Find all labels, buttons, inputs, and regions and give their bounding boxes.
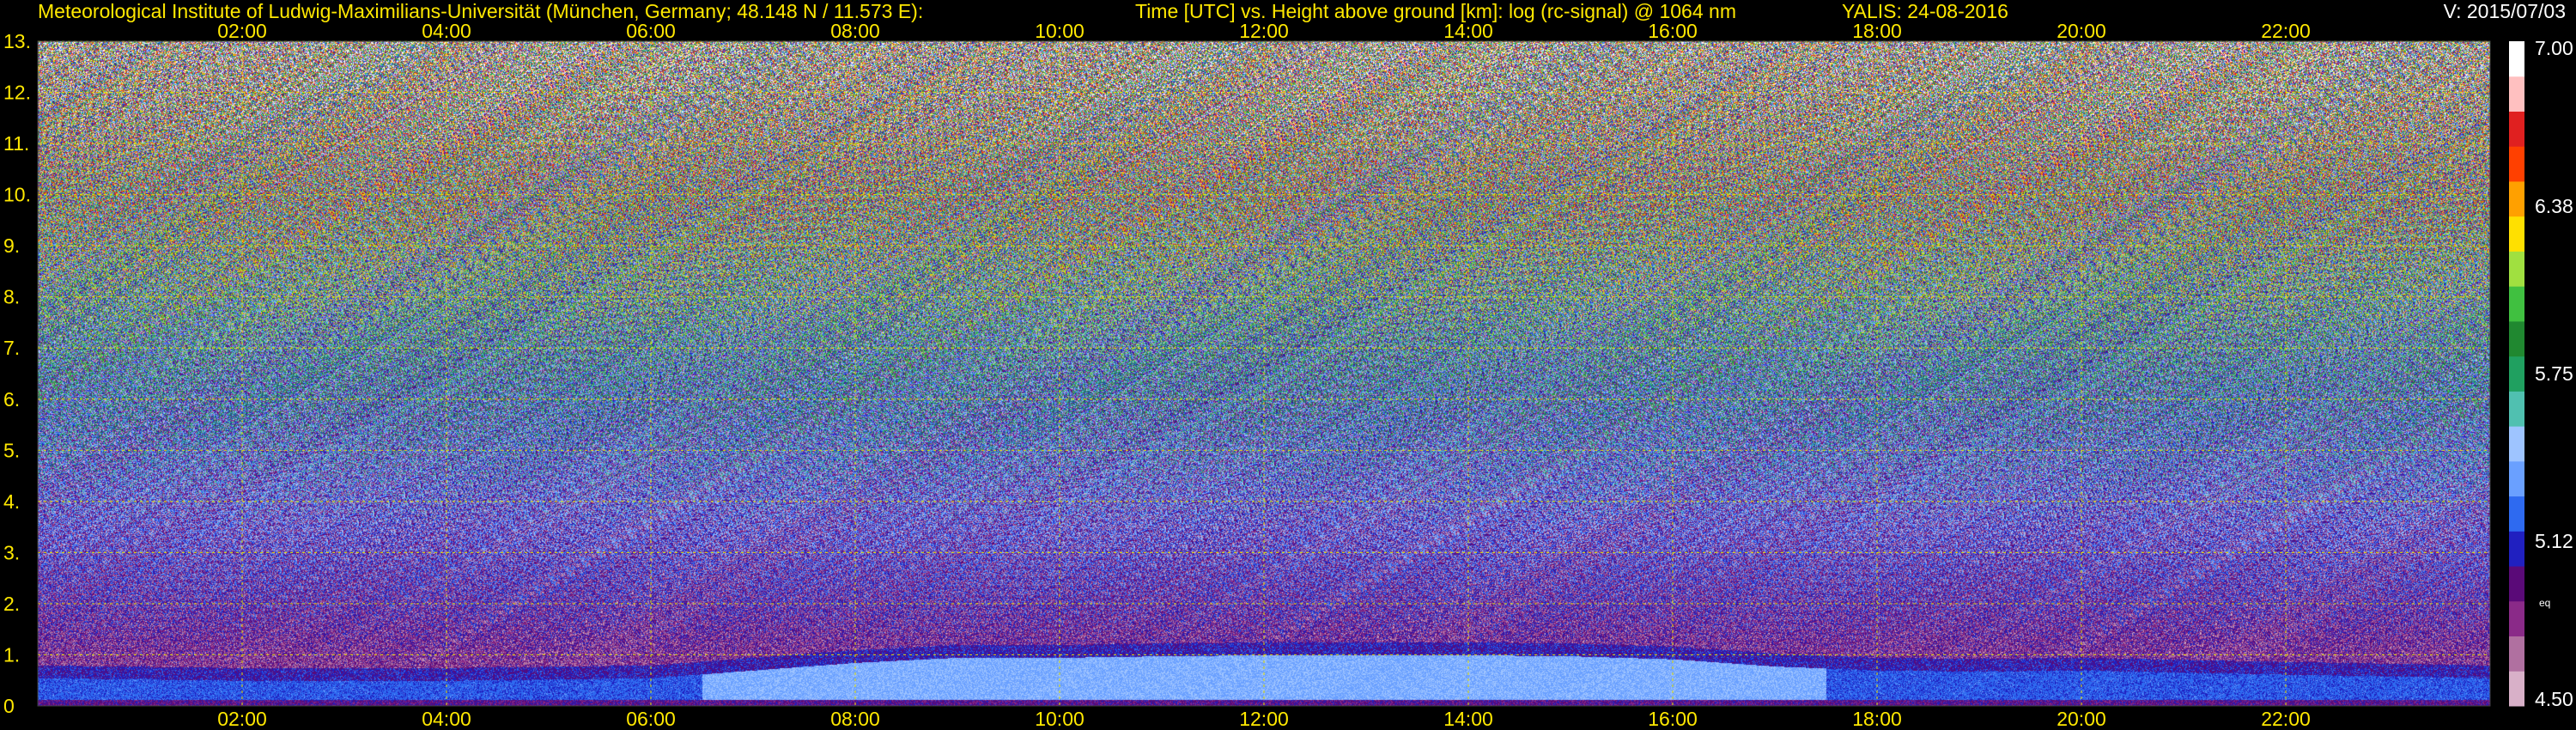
x-tick-label-bottom: 18:00 bbox=[1852, 708, 1902, 730]
x-tick-label-top: 22:00 bbox=[2261, 20, 2311, 42]
colorbar-label: 7.00 bbox=[2535, 37, 2573, 59]
colorbar: 7.00 6.38 5.75 5.12 4.50 eq bbox=[2509, 37, 2573, 710]
x-tick-label-top: 10:00 bbox=[1035, 20, 1084, 42]
y-tick-label: 2. bbox=[3, 593, 20, 615]
colorbar-segment bbox=[2509, 566, 2524, 602]
x-tick-label-bottom: 14:00 bbox=[1443, 708, 1493, 730]
colorbar-segment bbox=[2509, 251, 2524, 287]
y-tick-label: 0 bbox=[3, 695, 15, 717]
x-tick-label-top: 08:00 bbox=[830, 20, 880, 42]
colorbar-label: 4.50 bbox=[2535, 688, 2573, 710]
y-tick-label: 7. bbox=[3, 337, 20, 359]
colorbar-segment bbox=[2509, 216, 2524, 252]
colorbar-segment bbox=[2509, 111, 2524, 147]
x-tick-label-bottom: 22:00 bbox=[2261, 708, 2311, 730]
colorbar-segment bbox=[2509, 391, 2524, 427]
x-tick-label-bottom: 08:00 bbox=[830, 708, 880, 730]
y-tick-label: 11. bbox=[3, 132, 29, 155]
colorbar-segment bbox=[2509, 356, 2524, 392]
lidar-chart: 0 1. 2. 3. 4. 5. 6. 7. 8. 9. 10. 11. 12. 13. 02:00 02:… bbox=[3, 20, 2573, 730]
x-tick-label-top: 02:00 bbox=[217, 20, 267, 42]
colorbar-segment bbox=[2509, 426, 2524, 462]
y-tick-label: 5. bbox=[3, 439, 20, 461]
colorbar-segment bbox=[2509, 286, 2524, 322]
colorbar-segment bbox=[2509, 320, 2524, 357]
x-tick-label-bottom: 02:00 bbox=[217, 708, 267, 730]
x-tick-label-bottom: 10:00 bbox=[1035, 708, 1084, 730]
y-tick-label: 1. bbox=[3, 643, 20, 666]
y-axis: 0 1. 2. 3. 4. 5. 6. 7. 8. 9. 10. 11. 12. 13. bbox=[3, 30, 31, 717]
x-tick-label-top: 18:00 bbox=[1852, 20, 1902, 42]
colorbar-unit-label: eq bbox=[2539, 597, 2550, 609]
x-tick-label-top: 14:00 bbox=[1443, 20, 1493, 42]
x-tick-label-bottom: 16:00 bbox=[1648, 708, 1698, 730]
y-tick-label: 8. bbox=[3, 286, 20, 308]
x-tick-label-top: 16:00 bbox=[1648, 20, 1698, 42]
y-tick-label: 3. bbox=[3, 541, 20, 563]
x-tick-label-top: 06:00 bbox=[626, 20, 676, 42]
colorbar-segment bbox=[2509, 41, 2524, 77]
x-tick-label-bottom: 06:00 bbox=[626, 708, 676, 730]
colorbar-segment bbox=[2509, 180, 2524, 217]
colorbar-segment bbox=[2509, 496, 2524, 532]
x-tick-label-top: 20:00 bbox=[2057, 20, 2106, 42]
colorbar-segment bbox=[2509, 600, 2524, 637]
y-tick-label: 4. bbox=[3, 490, 20, 513]
x-tick-label-top: 12:00 bbox=[1239, 20, 1289, 42]
y-tick-label: 10. bbox=[3, 184, 31, 206]
colorbar-segment bbox=[2509, 146, 2524, 182]
x-tick-label-bottom: 04:00 bbox=[422, 708, 471, 730]
y-tick-label: 9. bbox=[3, 234, 20, 257]
colorbar-label: 5.75 bbox=[2535, 362, 2573, 385]
colorbar-label: 6.38 bbox=[2535, 195, 2573, 217]
y-tick-label: 12. bbox=[3, 82, 31, 104]
colorbar-segment bbox=[2509, 531, 2524, 567]
colorbar-segment bbox=[2509, 76, 2524, 112]
y-tick-label: 13. bbox=[3, 30, 31, 52]
x-tick-label-bottom: 20:00 bbox=[2057, 708, 2106, 730]
colorbar-segment bbox=[2509, 636, 2524, 672]
x-tick-label-top: 04:00 bbox=[422, 20, 471, 42]
colorbar-segment bbox=[2509, 460, 2524, 497]
colorbar-segment bbox=[2509, 671, 2524, 707]
colorbar-label: 5.12 bbox=[2535, 530, 2573, 552]
x-tick-label-bottom: 12:00 bbox=[1239, 708, 1289, 730]
grid-layer bbox=[37, 40, 2491, 707]
y-tick-label: 6. bbox=[3, 388, 20, 411]
